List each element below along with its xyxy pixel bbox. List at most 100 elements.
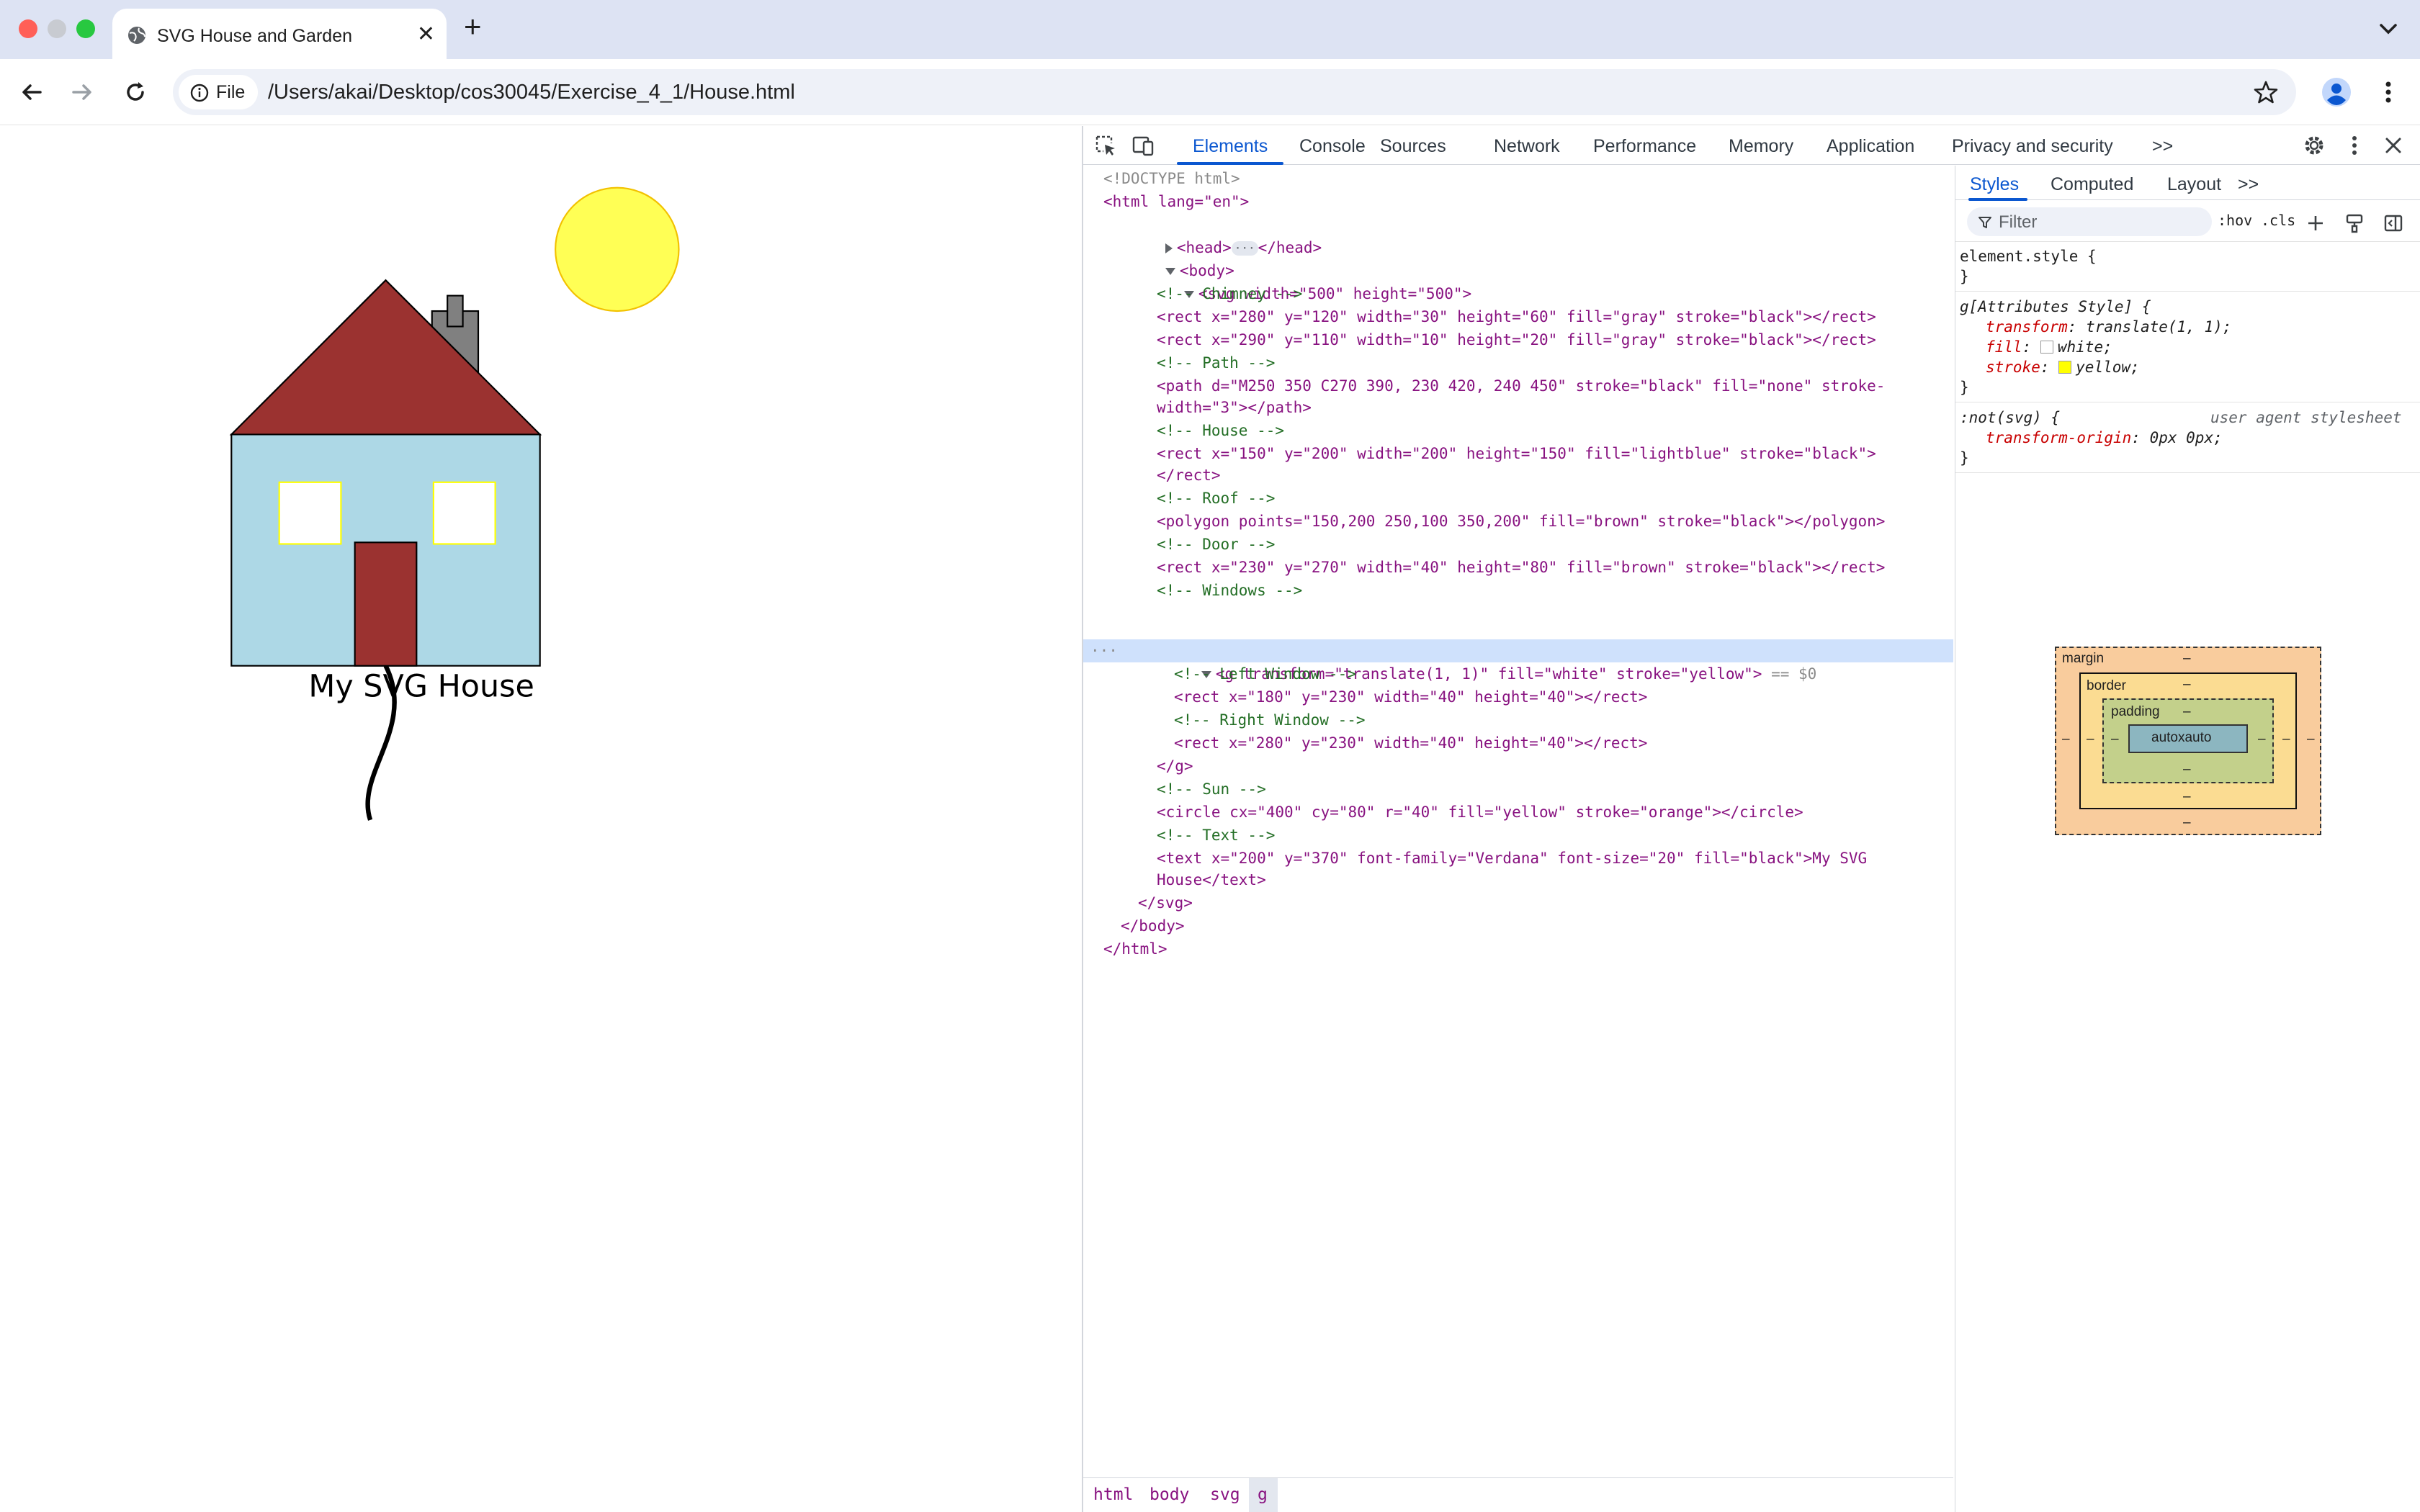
dom-comment[interactable]: <!-- Right Window --> — [1174, 708, 1366, 732]
dom-rect[interactable]: <rect x="280" y="120" width="30" height=… — [1157, 305, 1876, 328]
devtools-menu-icon[interactable] — [2342, 133, 2367, 158]
tab-memory[interactable]: Memory — [1729, 136, 1793, 157]
dom-svg-node[interactable]: <svg width="500" height="500"> — [1129, 259, 1471, 302]
tab-performance[interactable]: Performance — [1593, 136, 1696, 157]
filter-input[interactable]: Filter — [1967, 207, 2212, 236]
collapsed-ellipsis[interactable]: ··· — [1231, 241, 1258, 256]
dom-path-wrap[interactable]: width="3"></path> — [1157, 396, 1312, 419]
dom-rect[interactable]: <rect x="290" y="110" width="10" height=… — [1157, 328, 1876, 351]
zoom-window-button[interactable] — [76, 19, 95, 38]
bookmark-star-icon[interactable] — [2253, 79, 2279, 105]
tab-elements[interactable]: Elements — [1193, 136, 1268, 157]
dom-rect[interactable]: <rect x="280" y="230" width="40" height=… — [1174, 732, 1647, 755]
toggle-sidebar-icon[interactable] — [2382, 212, 2405, 235]
class-toggle[interactable]: .cls — [2261, 212, 2295, 229]
breadcrumb-svg[interactable]: svg — [1210, 1485, 1240, 1504]
css-prop-fill[interactable]: fill: white; — [1986, 337, 2112, 357]
tab-layout[interactable]: Layout — [2167, 174, 2221, 195]
paint-brush-icon[interactable] — [2343, 212, 2366, 235]
tab-close-icon[interactable]: ✕ — [417, 24, 435, 45]
dom-rect[interactable]: <rect x="230" y="270" width="40" height=… — [1157, 556, 1885, 579]
dom-rect[interactable]: <rect x="180" y="230" width="40" height=… — [1174, 685, 1647, 708]
border-left-value[interactable]: – — [2087, 732, 2094, 747]
margin-right-value[interactable]: – — [2307, 732, 2315, 747]
tab-network[interactable]: Network — [1494, 136, 1560, 157]
dom-comment[interactable]: <!-- Sun --> — [1157, 778, 1266, 801]
more-tabs-icon[interactable]: >> — [2238, 174, 2259, 195]
browser-tab[interactable]: SVG House and Garden ✕ — [112, 9, 447, 59]
dom-g-close[interactable]: </g> — [1157, 755, 1193, 778]
padding-right-value[interactable]: – — [2258, 732, 2266, 747]
css-prop-transform-origin[interactable]: transform-origin: 0px 0px; — [1986, 428, 2223, 448]
close-icon[interactable] — [2381, 133, 2406, 158]
dom-html-open[interactable]: <html lang="en"> — [1103, 190, 1249, 213]
forward-arrow-icon[interactable] — [66, 76, 98, 108]
tab-privacy-and-security[interactable]: Privacy and security — [1952, 136, 2113, 157]
dom-rect-close[interactable]: </rect> — [1157, 464, 1221, 487]
chevron-down-icon[interactable] — [2374, 16, 2403, 42]
padding-left-value[interactable]: – — [2111, 732, 2119, 747]
more-tabs-icon[interactable]: >> — [2152, 136, 2173, 157]
css-rule-selector[interactable]: g[Attributes Style] { — [1960, 297, 2151, 317]
border-right-value[interactable]: – — [2282, 732, 2290, 747]
padding-bottom-value[interactable]: – — [2183, 762, 2191, 778]
tab-console[interactable]: Console — [1299, 136, 1366, 157]
color-swatch-yellow[interactable] — [2058, 361, 2072, 374]
close-window-button[interactable] — [19, 19, 37, 38]
margin-left-value[interactable]: – — [2062, 732, 2070, 747]
dom-comment[interactable]: <!-- Roof --> — [1157, 487, 1275, 510]
dom-rect[interactable]: <rect x="150" y="200" width="200" height… — [1157, 442, 1876, 465]
dom-circle[interactable]: <circle cx="400" cy="80" r="40" fill="ye… — [1157, 801, 1803, 824]
dom-comment[interactable]: <!-- Door --> — [1157, 533, 1275, 556]
dom-html-close[interactable]: </html> — [1103, 937, 1168, 960]
breadcrumb-g[interactable]: g — [1258, 1485, 1268, 1504]
breadcrumb-html[interactable]: html — [1093, 1485, 1133, 1504]
dom-polygon[interactable]: <polygon points="150,200 250,100 350,200… — [1157, 510, 1885, 533]
reload-icon[interactable] — [120, 76, 151, 108]
kebab-menu-icon[interactable] — [2374, 78, 2403, 107]
color-swatch-white[interactable] — [2040, 341, 2053, 354]
tab-application[interactable]: Application — [1827, 136, 1914, 157]
border-top-value[interactable]: – — [2183, 677, 2191, 693]
profile-avatar-icon[interactable] — [2319, 75, 2354, 109]
back-arrow-icon[interactable] — [16, 76, 48, 108]
margin-bottom-value[interactable]: – — [2183, 815, 2191, 831]
minimize-window-button[interactable] — [48, 19, 66, 38]
css-rule-selector[interactable]: element.style { — [1960, 246, 2097, 266]
dom-comment[interactable]: <!-- Windows --> — [1157, 579, 1302, 602]
dom-body-close[interactable]: </body> — [1121, 914, 1185, 937]
dom-comment[interactable]: <!-- House --> — [1157, 419, 1284, 442]
device-toolbar-icon[interactable] — [1131, 133, 1155, 158]
dom-comment[interactable]: <!-- Path --> — [1157, 351, 1275, 374]
dom-body-node[interactable]: <body> — [1111, 236, 1234, 279]
dom-head-node[interactable]: <head> ··· </head> — [1111, 213, 1322, 256]
url-text[interactable]: /Users/akai/Desktop/cos30045/Exercise_4_… — [268, 81, 795, 104]
gear-icon[interactable] — [2302, 133, 2326, 158]
css-prop-stroke[interactable]: stroke: yellow; — [1986, 357, 2140, 377]
new-tab-button[interactable]: + — [464, 12, 482, 42]
dom-doctype[interactable]: <!DOCTYPE html> — [1103, 167, 1240, 190]
dom-svg-close[interactable]: </svg> — [1138, 891, 1193, 914]
padding-top-value[interactable]: – — [2183, 704, 2191, 720]
dom-text-wrap[interactable]: House</text> — [1157, 868, 1266, 891]
site-info-chip[interactable]: File — [179, 75, 259, 109]
address-bar[interactable]: File /Users/akai/Desktop/cos30045/Exerci… — [173, 69, 2296, 115]
dom-g-node-selected[interactable]: <g transform="translate(1, 1)" fill="whi… — [1147, 639, 1816, 683]
border-bottom-value[interactable]: – — [2183, 789, 2191, 805]
dom-comment[interactable]: <!-- Left Window --> — [1174, 662, 1356, 685]
inspect-element-icon[interactable] — [1093, 133, 1118, 158]
row-dots-icon[interactable]: ··· — [1090, 639, 1118, 662]
hover-state-toggle[interactable]: :hov — [2218, 212, 2252, 229]
dom-comment[interactable]: <!-- Chimney --> — [1157, 282, 1302, 305]
dom-text[interactable]: <text x="200" y="370" font-family="Verda… — [1157, 847, 1867, 870]
dom-path[interactable]: <path d="M250 350 C270 390, 230 420, 240… — [1157, 374, 1885, 397]
add-rule-icon[interactable] — [2304, 212, 2327, 235]
css-rule-selector[interactable]: :not(svg) { — [1960, 408, 2060, 428]
dom-comment[interactable]: <!-- Text --> — [1157, 824, 1275, 847]
tab-styles[interactable]: Styles — [1970, 174, 2019, 195]
tab-computed[interactable]: Computed — [2051, 174, 2133, 195]
tab-sources[interactable]: Sources — [1380, 136, 1446, 157]
margin-top-value[interactable]: – — [2183, 651, 2191, 667]
css-prop-transform[interactable]: transform: translate(1, 1); — [1986, 317, 2231, 337]
breadcrumb-body[interactable]: body — [1150, 1485, 1189, 1504]
